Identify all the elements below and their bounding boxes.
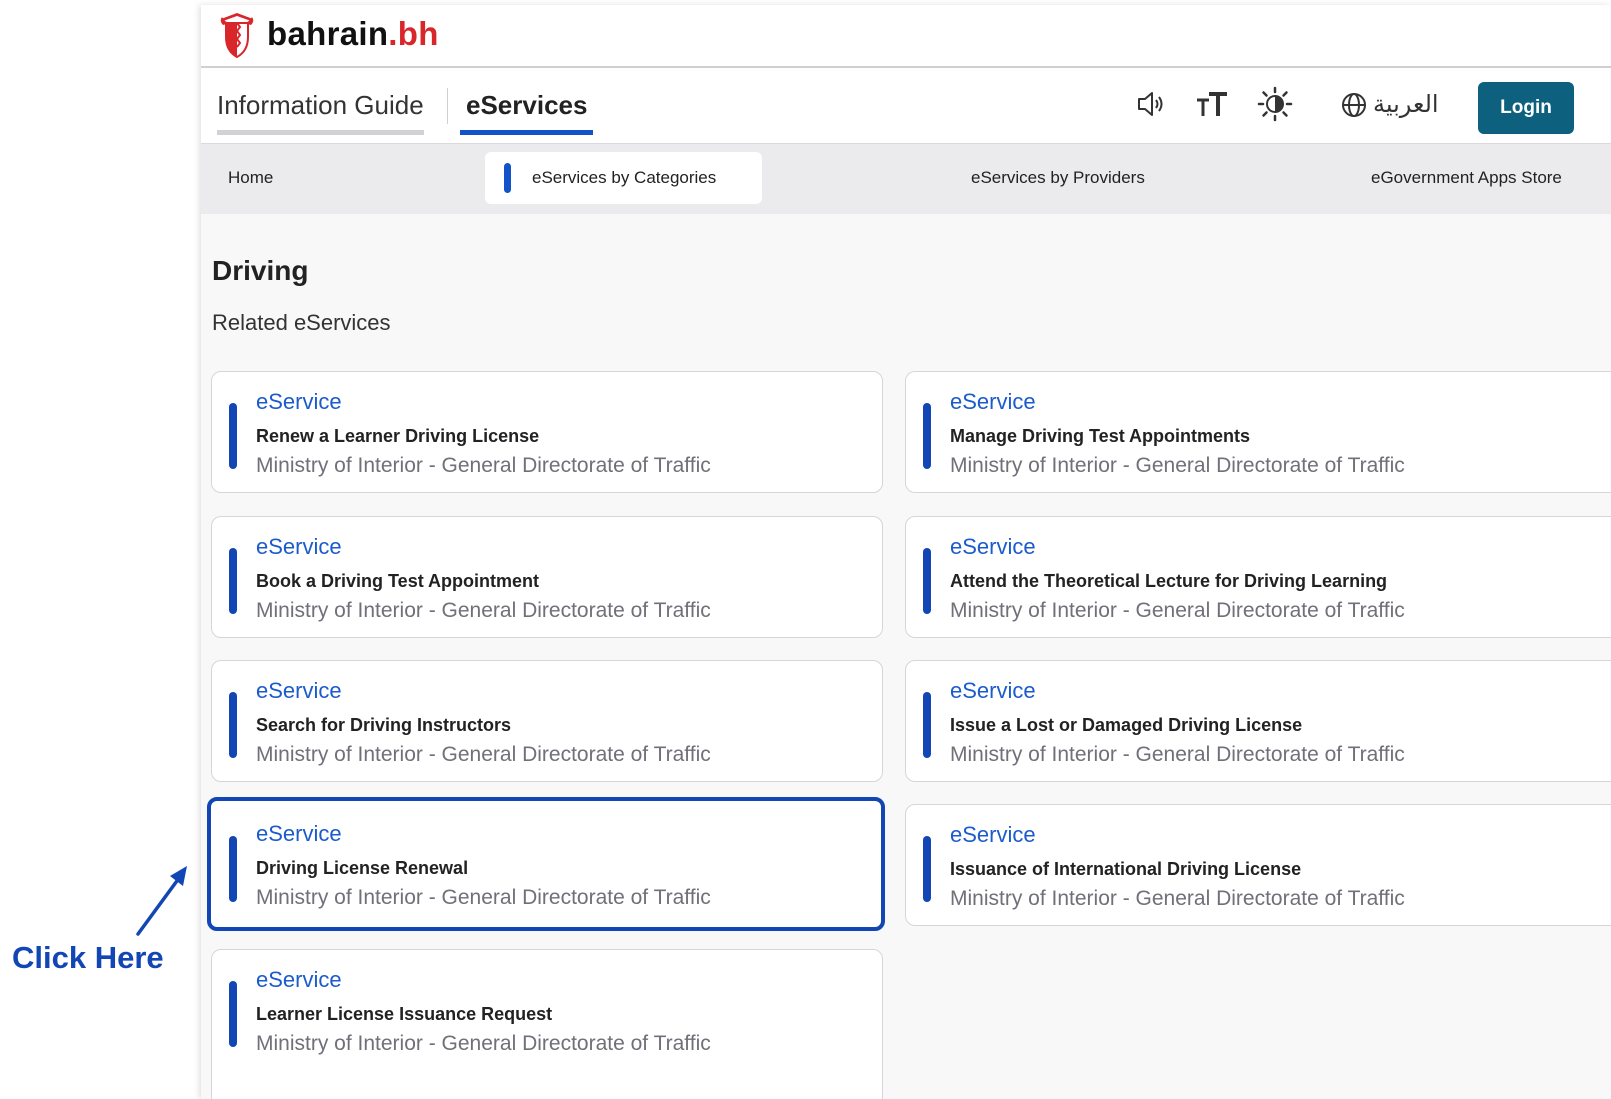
card-title: Book a Driving Test Appointment bbox=[256, 571, 540, 591]
speaker-icon[interactable] bbox=[1135, 88, 1167, 120]
card-tag: eService bbox=[256, 534, 342, 559]
category-label: eServices by Categories bbox=[532, 168, 717, 187]
globe-icon bbox=[1342, 92, 1366, 117]
active-indicator bbox=[504, 163, 511, 193]
card-accent bbox=[923, 403, 931, 469]
card-accent bbox=[229, 403, 237, 469]
card-provider: Ministry of Interior - General Directora… bbox=[256, 599, 711, 622]
card-title: Driving License Renewal bbox=[256, 858, 469, 878]
browser-page: bahrain.bh Information Guide eServices ا… bbox=[201, 5, 1611, 1099]
card-provider: Ministry of Interior - General Directora… bbox=[256, 1032, 711, 1055]
card-title: Learner License Issuance Request bbox=[256, 1004, 553, 1024]
card-provider: Ministry of Interior - General Directora… bbox=[950, 887, 1405, 910]
login-button[interactable]: Login bbox=[1478, 82, 1574, 134]
card-tag: eService bbox=[950, 678, 1036, 703]
category-home[interactable]: Home bbox=[228, 168, 273, 188]
card-title: Renew a Learner Driving License bbox=[256, 426, 540, 446]
card-accent bbox=[923, 836, 931, 902]
card-accent bbox=[229, 981, 237, 1047]
tab-information-guide[interactable]: Information Guide bbox=[217, 90, 424, 135]
nav-divider bbox=[447, 88, 448, 124]
section-subtitle: Related eServices bbox=[212, 310, 391, 335]
eservice-card[interactable]: eService Attend the Theoretical Lecture … bbox=[905, 516, 1611, 638]
card-title: Issuance of International Driving Licens… bbox=[950, 859, 1302, 879]
brand-name: bahrain bbox=[267, 15, 389, 52]
logo-bar: bahrain.bh bbox=[201, 5, 1611, 68]
card-provider: Ministry of Interior - General Directora… bbox=[256, 454, 711, 477]
language-switch[interactable]: العربية bbox=[1341, 90, 1439, 119]
bahrain-emblem-icon[interactable] bbox=[217, 11, 257, 59]
card-provider: Ministry of Interior - General Directora… bbox=[256, 743, 711, 766]
card-accent bbox=[229, 692, 237, 758]
card-tag: eService bbox=[256, 821, 342, 846]
category-egovernment-apps-store[interactable]: eGovernment Apps Store bbox=[1371, 168, 1562, 188]
card-tag: eService bbox=[256, 389, 342, 414]
tab-eservices[interactable]: eServices bbox=[459, 90, 594, 135]
card-title: Issue a Lost or Damaged Driving License bbox=[950, 715, 1303, 735]
contrast-icon[interactable] bbox=[1257, 86, 1293, 122]
card-provider: Ministry of Interior - General Directora… bbox=[256, 886, 711, 909]
category-nav: Home eServices by Categories eServices b… bbox=[201, 144, 1611, 214]
card-provider: Ministry of Interior - General Directora… bbox=[950, 743, 1405, 766]
eservice-card-highlighted[interactable]: eService Driving License Renewal Ministr… bbox=[207, 797, 885, 931]
text-size-icon[interactable] bbox=[1195, 90, 1229, 120]
eservice-card[interactable]: eService Learner License Issuance Reques… bbox=[211, 949, 883, 1099]
eservice-card[interactable]: eService Search for Driving Instructors … bbox=[211, 660, 883, 782]
arrow-icon bbox=[136, 866, 187, 936]
card-tag: eService bbox=[950, 534, 1036, 559]
card-accent bbox=[923, 692, 931, 758]
card-tag: eService bbox=[950, 389, 1036, 414]
category-eservices-by-categories[interactable]: eServices by Categories bbox=[485, 152, 762, 204]
eservice-card[interactable]: eService Manage Driving Test Appointment… bbox=[905, 371, 1611, 493]
brand-suffix: .bh bbox=[388, 15, 439, 52]
card-provider: Ministry of Interior - General Directora… bbox=[950, 454, 1405, 477]
brand-logo-text[interactable]: bahrain.bh bbox=[267, 15, 439, 53]
card-tag: eService bbox=[256, 967, 342, 992]
card-accent bbox=[923, 548, 931, 614]
card-accent bbox=[229, 548, 237, 614]
main-nav: Information Guide eServices العربية Logi… bbox=[201, 68, 1611, 144]
card-title: Manage Driving Test Appointments bbox=[950, 426, 1251, 446]
eservice-card[interactable]: eService Book a Driving Test Appointment… bbox=[211, 516, 883, 638]
eservice-card[interactable]: eService Issuance of International Drivi… bbox=[905, 804, 1611, 926]
card-title: Search for Driving Instructors bbox=[256, 715, 512, 735]
eservice-card[interactable]: eService Issue a Lost or Damaged Driving… bbox=[905, 660, 1611, 782]
card-tag: eService bbox=[950, 822, 1036, 847]
click-here-annotation: Click Here bbox=[12, 940, 164, 975]
card-title: Attend the Theoretical Lecture for Drivi… bbox=[950, 571, 1388, 591]
card-tag: eService bbox=[256, 678, 342, 703]
eservice-card[interactable]: eService Renew a Learner Driving License… bbox=[211, 371, 883, 493]
language-label: العربية bbox=[1373, 91, 1439, 118]
category-eservices-by-providers[interactable]: eServices by Providers bbox=[971, 168, 1145, 188]
card-accent bbox=[229, 836, 237, 902]
card-provider: Ministry of Interior - General Directora… bbox=[950, 599, 1405, 622]
page-title: Driving bbox=[212, 255, 309, 286]
